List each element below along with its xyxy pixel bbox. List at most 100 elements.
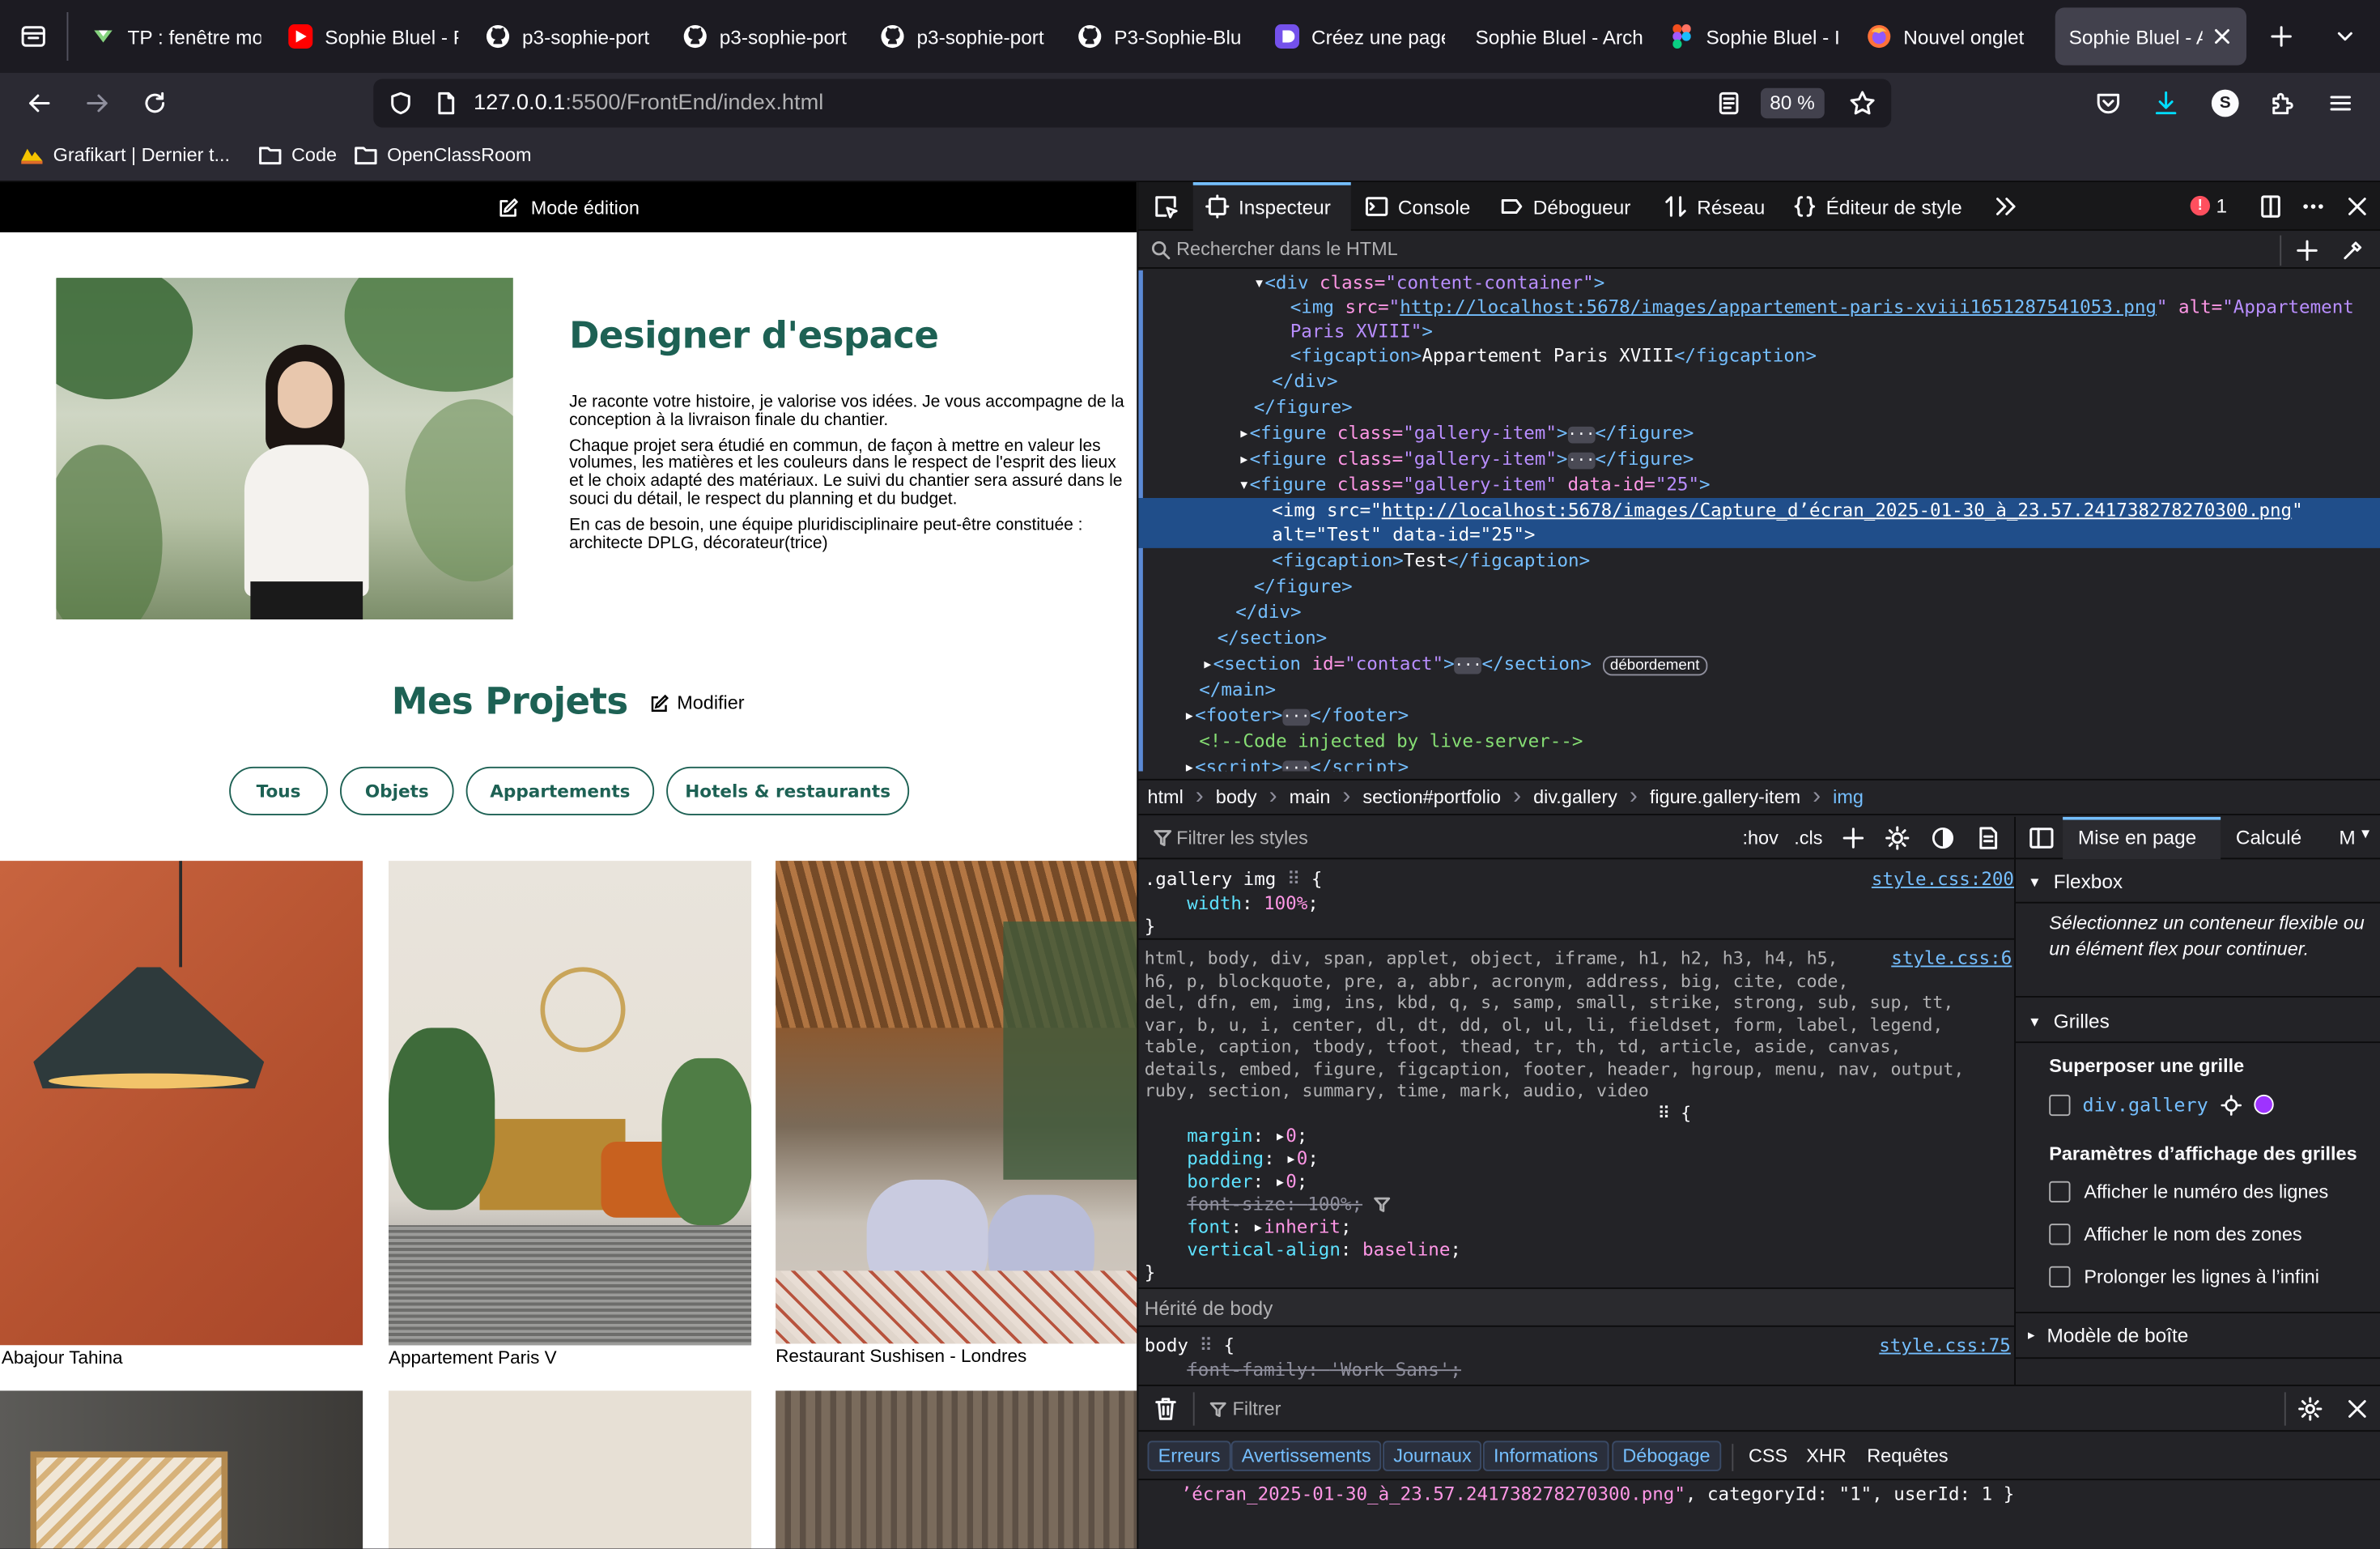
account-button[interactable]: S bbox=[2204, 82, 2247, 125]
markup-node[interactable]: ▸<section id="contact">···</section> déb… bbox=[1202, 651, 1707, 677]
css-declaration-overridden[interactable]: font-size: 100%; bbox=[1187, 1194, 1362, 1216]
markup-node[interactable]: <img src="http://localhost:5678/images/a… bbox=[1290, 295, 2354, 321]
more-options-icon[interactable] bbox=[2301, 194, 2326, 219]
css-declaration[interactable]: padding: ▸0; bbox=[1187, 1148, 1319, 1171]
reader-view-icon[interactable] bbox=[1717, 91, 1741, 116]
firefox-view-button[interactable] bbox=[12, 15, 55, 58]
stylesheet-link[interactable]: style.css:6 bbox=[1891, 947, 2012, 968]
bookmark-folder[interactable]: Code bbox=[258, 143, 337, 167]
browser-tab[interactable]: Sophie Bluel - F bbox=[276, 7, 470, 65]
filter-icon[interactable] bbox=[1374, 1197, 1391, 1214]
console-filter-errors[interactable]: Erreurs bbox=[1147, 1440, 1231, 1471]
markup-node[interactable]: ▸<script>···</script> bbox=[1184, 755, 1409, 772]
console-filter-debug[interactable]: Débogage bbox=[1612, 1440, 1721, 1471]
markup-node-selected[interactable]: alt="Test" data-id="25"> bbox=[1272, 522, 1535, 548]
downloads-button[interactable] bbox=[2144, 82, 2187, 125]
console-filter-xhr[interactable]: XHR bbox=[1806, 1445, 1847, 1466]
checkbox[interactable] bbox=[2049, 1181, 2071, 1202]
browser-tab[interactable]: TP : fenêtre mo bbox=[79, 7, 274, 65]
html-search-input[interactable]: Rechercher dans le HTML bbox=[1176, 238, 1398, 259]
browser-tab[interactable]: Sophie Bluel - Arch bbox=[1460, 7, 1655, 65]
color-swatch[interactable] bbox=[2253, 1094, 2274, 1115]
close-tab-icon[interactable] bbox=[2213, 28, 2232, 46]
markup-node[interactable]: Paris XVIII"> bbox=[1290, 319, 1433, 345]
breadcrumb-item-current[interactable]: img bbox=[1833, 786, 1864, 807]
css-declaration-overridden[interactable]: font-family: 'Work Sans'; bbox=[1187, 1359, 1461, 1381]
target-icon[interactable] bbox=[2221, 1094, 2242, 1115]
console-filter-info[interactable]: Informations bbox=[1482, 1440, 1609, 1471]
star-icon[interactable] bbox=[1849, 90, 1876, 117]
tab-more[interactable]: M bbox=[2339, 826, 2355, 849]
filter-button-tous[interactable]: Tous bbox=[229, 766, 328, 815]
light-mode-icon[interactable] bbox=[1885, 826, 1910, 850]
browser-tab[interactable]: p3-sophie-port bbox=[869, 7, 1063, 65]
browser-tab[interactable]: p3-sophie-port bbox=[671, 7, 865, 65]
markup-node[interactable]: ▾<figure class="gallery-item" data-id="2… bbox=[1239, 472, 1711, 498]
tab-layout[interactable]: Mise en page bbox=[2078, 826, 2196, 849]
print-media-icon[interactable] bbox=[1978, 826, 1999, 850]
markup-node[interactable]: <figcaption>Appartement Paris XVIII</fig… bbox=[1290, 343, 1817, 369]
forward-button[interactable] bbox=[76, 82, 119, 125]
zoom-indicator[interactable]: 80 % bbox=[1761, 87, 1825, 119]
hover-state-button[interactable]: :hov bbox=[1743, 828, 1779, 849]
add-rule-icon[interactable] bbox=[1842, 828, 1864, 849]
console-filter-logs[interactable]: Journaux bbox=[1383, 1440, 1482, 1471]
tab-computed[interactable]: Calculé bbox=[2236, 826, 2301, 849]
markup-node[interactable]: </div> bbox=[1235, 600, 1301, 626]
shield-icon[interactable] bbox=[389, 91, 413, 116]
trash-icon[interactable] bbox=[1155, 1397, 1176, 1421]
breadcrumb-item[interactable]: main bbox=[1290, 786, 1331, 807]
markup-node[interactable]: ▾<div class="content-container"> bbox=[1254, 270, 1605, 296]
browser-tab-active[interactable]: Sophie Bluel - Ar bbox=[2055, 7, 2246, 66]
markup-node[interactable]: ▸<figure class="gallery-item">···</figur… bbox=[1239, 420, 1694, 446]
grid-option[interactable]: Prolonger les lignes à l’infini bbox=[2049, 1266, 2319, 1287]
console-filter-requests[interactable]: Requêtes bbox=[1867, 1445, 1948, 1466]
grids-section-header[interactable]: ▼ Grilles bbox=[2028, 1010, 2110, 1032]
checkbox[interactable] bbox=[2049, 1093, 2071, 1116]
markup-node[interactable]: <figcaption>Test</figcaption> bbox=[1272, 548, 1590, 574]
tab-debugger[interactable]: Débogueur bbox=[1500, 182, 1630, 231]
flexbox-section-header[interactable]: ▼ Flexbox bbox=[2028, 870, 2123, 892]
dock-icon[interactable] bbox=[2259, 194, 2283, 219]
tab-console[interactable]: Console bbox=[1365, 182, 1470, 231]
css-declaration[interactable]: font: ▸inherit; bbox=[1187, 1216, 1351, 1239]
breadcrumb-item[interactable]: body bbox=[1216, 786, 1257, 807]
stylesheet-link[interactable]: style.css:75 bbox=[1879, 1334, 2011, 1355]
dark-mode-icon[interactable] bbox=[1931, 826, 1955, 850]
markup-node[interactable]: </section> bbox=[1218, 626, 1327, 652]
breadcrumb-item[interactable]: section#portfolio bbox=[1362, 786, 1501, 807]
css-declaration[interactable]: margin: ▸0; bbox=[1187, 1125, 1307, 1147]
checkbox[interactable] bbox=[2049, 1266, 2071, 1287]
markup-node[interactable]: </div> bbox=[1272, 369, 1337, 395]
eyedropper-icon[interactable] bbox=[2342, 240, 2363, 261]
filter-button-appartements[interactable]: Appartements bbox=[465, 766, 655, 815]
tab-network[interactable]: Réseau bbox=[1664, 182, 1765, 231]
extensions-button[interactable] bbox=[2262, 82, 2305, 125]
chevron-down-icon[interactable]: ▼ bbox=[2359, 826, 2373, 841]
list-all-tabs-button[interactable] bbox=[2324, 15, 2367, 58]
filter-button-hotels[interactable]: Hotels & restaurants bbox=[666, 766, 910, 815]
edit-mode-banner[interactable]: Mode édition bbox=[0, 182, 1137, 232]
checkbox[interactable] bbox=[2049, 1223, 2071, 1245]
stylesheet-link[interactable]: style.css:200 bbox=[1872, 869, 2014, 890]
browser-tab[interactable]: Créez une page bbox=[1263, 7, 1457, 65]
grid-option[interactable]: Afficher le nom des zones bbox=[2049, 1223, 2302, 1245]
breadcrumb-item[interactable]: div.gallery bbox=[1533, 786, 1617, 807]
markup-node-selected[interactable]: <img src="http://localhost:5678/images/C… bbox=[1272, 498, 2302, 524]
browser-tab[interactable]: P3-Sophie-Blu bbox=[1065, 7, 1260, 65]
bookmark-folder[interactable]: OpenClassRoom bbox=[354, 143, 532, 167]
back-button[interactable] bbox=[19, 82, 62, 125]
box-model-section-header[interactable]: ▸ Modèle de boîte bbox=[2028, 1324, 2188, 1347]
css-declaration[interactable]: vertical-align: baseline; bbox=[1187, 1239, 1461, 1262]
markup-node[interactable]: ▸<footer>···</footer> bbox=[1184, 703, 1409, 729]
css-declaration[interactable]: border: ▸0; bbox=[1187, 1171, 1307, 1194]
console-filter-warnings[interactable]: Avertissements bbox=[1230, 1440, 1382, 1471]
pocket-button[interactable] bbox=[2087, 82, 2130, 125]
toggle-sidebar-icon[interactable] bbox=[2029, 828, 2054, 849]
class-toggle-button[interactable]: .cls bbox=[1794, 828, 1822, 849]
gear-icon[interactable] bbox=[2298, 1397, 2323, 1421]
bookmark-item[interactable]: Grafikart | Dernier t... bbox=[19, 143, 230, 167]
element-picker-icon[interactable] bbox=[1152, 193, 1179, 220]
error-count-button[interactable]: ! 1 bbox=[2190, 194, 2227, 217]
grid-option[interactable]: Afficher le numéro des lignes bbox=[2049, 1181, 2328, 1202]
